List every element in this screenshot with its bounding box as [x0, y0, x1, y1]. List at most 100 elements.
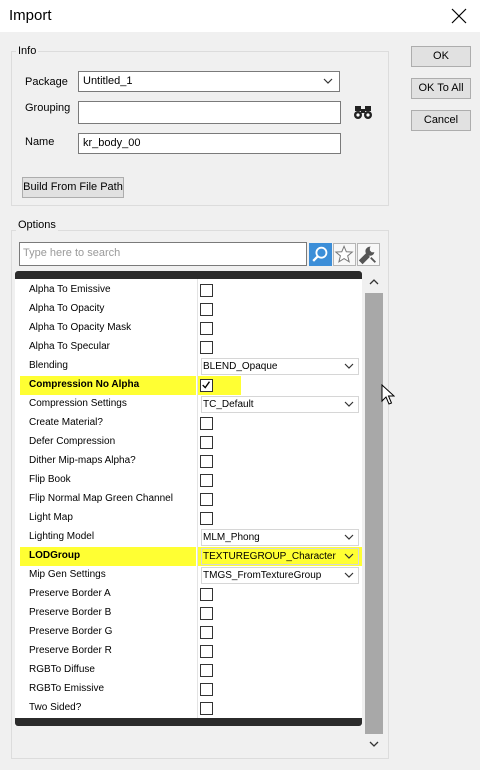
ok-to-all-button[interactable]: OK To All	[411, 78, 471, 99]
property-checkbox[interactable]	[200, 379, 213, 392]
title-bar: Import	[0, 0, 480, 32]
property-name: Lighting Model	[29, 531, 95, 542]
chevron-down-icon	[344, 572, 354, 578]
property-row: Compression No Alpha	[15, 376, 362, 395]
property-name: Light Map	[29, 512, 73, 523]
property-row: Alpha To Specular	[15, 338, 362, 357]
property-checkbox[interactable]	[200, 436, 213, 449]
search-input[interactable]: Type here to search	[19, 242, 307, 266]
favorite-button[interactable]	[333, 243, 356, 266]
chevron-down-icon	[344, 553, 354, 559]
vertical-scrollbar[interactable]	[364, 271, 384, 755]
property-name: Preserve Border A	[29, 588, 111, 599]
property-checkbox[interactable]	[200, 417, 213, 430]
property-row: Light Map	[15, 509, 362, 528]
property-checkbox[interactable]	[200, 683, 213, 696]
settings-button[interactable]	[357, 243, 380, 266]
wrench-icon	[358, 246, 376, 265]
property-name: Dither Mip-maps Alpha?	[29, 455, 136, 466]
property-row: Mip Gen Settings TMGS_FromTextureGroup	[15, 566, 362, 585]
property-row: Flip Normal Map Green Channel	[15, 490, 362, 509]
property-name: Alpha To Opacity	[29, 303, 105, 314]
property-checkbox[interactable]	[200, 607, 213, 620]
property-checkbox[interactable]	[200, 455, 213, 468]
property-dropdown[interactable]: MLM_Phong	[201, 529, 359, 546]
cancel-button[interactable]: Cancel	[411, 110, 471, 131]
info-group-label: Info	[16, 45, 39, 57]
mouse-cursor-icon	[381, 384, 395, 405]
property-name: Flip Normal Map Green Channel	[29, 493, 173, 504]
property-row: RGBTo Diffuse	[15, 661, 362, 680]
package-combobox[interactable]: Untitled_1	[78, 71, 340, 92]
build-from-file-path-button[interactable]: Build From File Path	[22, 177, 124, 198]
close-icon[interactable]	[449, 6, 469, 26]
scroll-thumb[interactable]	[365, 293, 383, 734]
property-checkbox[interactable]	[200, 322, 213, 335]
dropdown-value: TEXTUREGROUP_Character	[203, 551, 336, 562]
property-row: Preserve Border A	[15, 585, 362, 604]
property-row: Alpha To Opacity	[15, 300, 362, 319]
binoculars-icon[interactable]	[353, 104, 373, 120]
property-name: Preserve Border R	[29, 645, 112, 656]
property-row: Preserve Border B	[15, 604, 362, 623]
property-checkbox[interactable]	[200, 493, 213, 506]
property-name: Compression Settings	[29, 398, 127, 409]
chevron-down-icon	[344, 401, 354, 407]
grouping-label: Grouping	[25, 102, 71, 114]
property-checkbox[interactable]	[200, 645, 213, 658]
property-row: Blending BLEND_Opaque	[15, 357, 362, 376]
property-checkbox[interactable]	[200, 284, 213, 297]
property-checkbox[interactable]	[200, 702, 213, 715]
property-checkbox[interactable]	[200, 588, 213, 601]
chevron-down-icon	[344, 363, 354, 369]
search-button[interactable]	[309, 243, 332, 266]
property-dropdown[interactable]: TC_Default	[201, 396, 359, 413]
dropdown-value: BLEND_Opaque	[203, 361, 278, 372]
property-name: Blending	[29, 360, 68, 371]
chevron-down-icon	[323, 78, 333, 84]
property-row: LODGroup TEXTUREGROUP_Character	[15, 547, 362, 566]
grid-footer-bar	[15, 718, 362, 726]
package-label: Package	[25, 76, 68, 88]
property-row: Alpha To Opacity Mask	[15, 319, 362, 338]
magnifier-icon	[312, 246, 328, 262]
property-name: Two Sided?	[29, 702, 82, 713]
property-row: Flip Book	[15, 471, 362, 490]
property-row: Alpha To Emissive	[15, 281, 362, 300]
property-checkbox[interactable]	[200, 341, 213, 354]
scroll-up-icon[interactable]	[368, 277, 380, 287]
property-row: Defer Compression	[15, 433, 362, 452]
property-dropdown[interactable]: TEXTUREGROUP_Character	[201, 548, 359, 565]
ok-button[interactable]: OK	[411, 46, 471, 67]
property-dropdown[interactable]: BLEND_Opaque	[201, 358, 359, 375]
window-title: Import	[9, 7, 52, 24]
property-name: Preserve Border B	[29, 607, 112, 618]
property-dropdown[interactable]: TMGS_FromTextureGroup	[201, 567, 359, 584]
property-row: Preserve Border G	[15, 623, 362, 642]
chevron-down-icon	[344, 534, 354, 540]
grouping-input[interactable]	[78, 101, 341, 124]
name-input[interactable]: kr_body_00	[78, 133, 341, 154]
property-checkbox[interactable]	[200, 512, 213, 525]
property-name: Alpha To Specular	[29, 341, 110, 352]
property-row: Create Material?	[15, 414, 362, 433]
property-checkbox[interactable]	[200, 664, 213, 677]
property-row: Compression Settings TC_Default	[15, 395, 362, 414]
property-name: LODGroup	[29, 550, 81, 561]
dropdown-value: TC_Default	[203, 399, 254, 410]
dropdown-value: TMGS_FromTextureGroup	[203, 570, 322, 581]
property-name: RGBTo Diffuse	[29, 664, 95, 675]
property-name: Defer Compression	[29, 436, 116, 447]
property-checkbox[interactable]	[200, 474, 213, 487]
property-name: Flip Book	[29, 474, 71, 485]
property-row: Two Sided?	[15, 699, 362, 718]
scroll-down-icon[interactable]	[368, 739, 380, 749]
grid-header-bar	[15, 271, 362, 279]
dropdown-value: MLM_Phong	[203, 532, 260, 543]
property-name: Preserve Border G	[29, 626, 113, 637]
property-checkbox[interactable]	[200, 626, 213, 639]
property-name: RGBTo Emissive	[29, 683, 105, 694]
property-row: Lighting Model MLM_Phong	[15, 528, 362, 547]
property-checkbox[interactable]	[200, 303, 213, 316]
property-name: Create Material?	[29, 417, 103, 428]
